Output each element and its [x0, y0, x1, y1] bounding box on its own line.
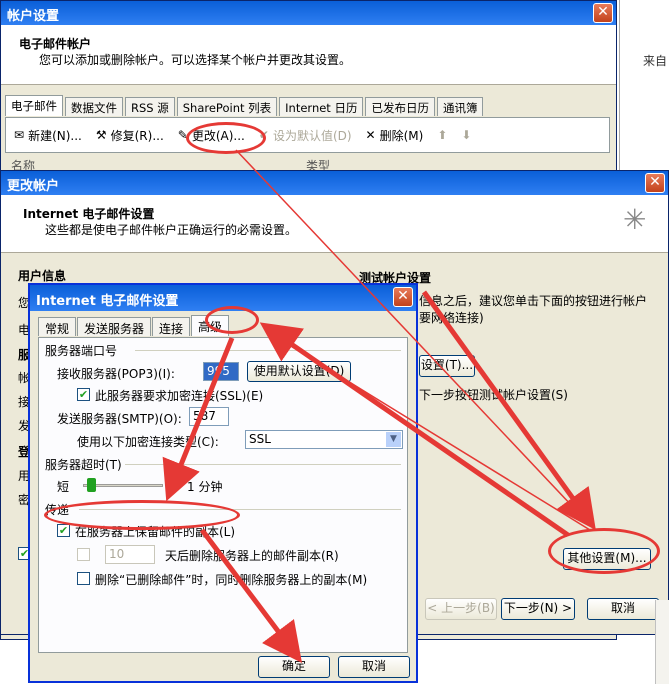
account-toolbar: ✉ 新建(N)... ⚒ 修复(R)... ✎ 更改(A)... ✔ 设为默认值(D) …	[5, 117, 610, 153]
delete-button[interactable]: ✕ 删除(M)	[366, 127, 424, 144]
tab-rss[interactable]: RSS 源	[125, 97, 175, 116]
test-desc-2: 要网络连接)	[419, 311, 484, 325]
tab-email[interactable]: 电子邮件	[5, 95, 63, 116]
use-defaults-button[interactable]: 使用默认设置(D)	[247, 361, 351, 382]
header-desc: 您可以添加或删除帐户。可以选择某个帐户并更改其设置。	[39, 53, 352, 67]
header-title: 电子邮件帐户	[19, 37, 92, 51]
test-desc-1: 信息之后，建议您单击下面的按钮进行帐户	[419, 294, 648, 308]
new-button[interactable]: ✉ 新建(N)...	[14, 127, 82, 144]
wrench-icon: ⚒	[95, 128, 107, 142]
encryption-select[interactable]: SSL ▼	[245, 430, 403, 449]
account-settings-titlebar: 帐户设置 ✕	[1, 1, 616, 25]
smtp-label: 发送服务器(SMTP)(O):	[57, 412, 182, 426]
close-button[interactable]: ✕	[645, 173, 665, 193]
remove-deleted-label: 删除“已删除邮件”时，同时删除服务器上的副本(M)	[95, 573, 368, 587]
ok-button[interactable]: 确定	[258, 656, 330, 678]
divider	[135, 350, 401, 351]
internet-email-settings-dialog: Internet 电子邮件设置 ✕ 常规 发送服务器 连接 高级 服务器端口号 …	[28, 283, 418, 683]
smtp-port-input[interactable]: 587	[189, 407, 229, 426]
test-settings-button[interactable]: 设置(T)...	[419, 355, 475, 377]
pane-divider	[619, 0, 620, 170]
tab-published-calendar[interactable]: 已发布日历	[365, 97, 435, 116]
next-hint: 下一步按钮测试帐户设置(S)	[419, 388, 568, 402]
dialog-tabs: 常规 发送服务器 连接 高级	[38, 315, 230, 336]
close-button[interactable]: ✕	[593, 3, 613, 23]
remove-after-label: 天后删除服务器上的邮件副本(R)	[165, 549, 339, 563]
move-up-icon[interactable]: ⬆	[437, 128, 447, 142]
next-button[interactable]: 下一步(N) >	[501, 598, 575, 620]
remove-deleted-checkbox[interactable]	[77, 572, 90, 585]
cursor-sparkle-icon: ✳	[623, 203, 647, 236]
window-title: 帐户设置	[7, 9, 60, 24]
repair-button[interactable]: ⚒ 修复(R)...	[96, 127, 164, 144]
divider	[125, 464, 401, 465]
tab-connection[interactable]: 连接	[152, 317, 191, 336]
change-account-titlebar: 更改帐户 ✕	[1, 171, 668, 195]
delete-icon: ✕	[365, 128, 376, 142]
annotation-ellipse-change	[186, 122, 266, 154]
encryption-label: 使用以下加密连接类型(C):	[77, 435, 219, 449]
change-account-header: Internet 电子邮件设置 这些都是使电子邮件帐户正确运行的必需设置。 ✳	[1, 195, 668, 253]
timeout-slider-thumb[interactable]	[87, 478, 96, 492]
set-default-button[interactable]: ✔ 设为默认值(D)	[259, 127, 352, 144]
timeout-short-label: 短	[57, 480, 70, 494]
keep-copy-checkbox[interactable]: ✔	[57, 524, 70, 537]
chevron-down-icon: ▼	[386, 432, 401, 447]
annotation-ellipse-other-settings	[548, 528, 660, 574]
dialog-title: Internet 电子邮件设置	[36, 294, 179, 309]
move-down-icon[interactable]: ⬇	[461, 128, 471, 142]
timeout-value: 1 分钟	[187, 480, 223, 494]
right-pane-text: 来自	[643, 54, 668, 68]
remove-after-days-input[interactable]: 10	[105, 545, 155, 564]
tab-data-files[interactable]: 数据文件	[65, 97, 123, 116]
ssl-checkbox[interactable]: ✔	[77, 388, 90, 401]
remove-after-checkbox[interactable]	[77, 548, 90, 561]
tab-general[interactable]: 常规	[38, 317, 77, 336]
new-icon: ✉	[14, 128, 25, 142]
cancel-button[interactable]: 取消	[587, 598, 659, 620]
pop3-label: 接收服务器(POP3)(I):	[57, 367, 175, 381]
annotation-ellipse-advanced-tab	[205, 306, 259, 334]
ssl-label: 此服务器要求加密连接(SSL)(E)	[95, 389, 264, 403]
account-tabs: 电子邮件 数据文件 RSS 源 SharePoint 列表 Internet 日…	[5, 95, 484, 117]
account-settings-header: 电子邮件帐户 您可以添加或删除帐户。可以选择某个帐户并更改其设置。	[1, 25, 616, 85]
annotation-ellipse-keep-copy	[44, 500, 240, 530]
timeout-group-label: 服务器超时(T)	[45, 458, 122, 472]
user-info-heading: 用户信息	[18, 269, 67, 283]
pop3-port-input[interactable]: 995	[203, 362, 239, 381]
advanced-panel: 服务器端口号 接收服务器(POP3)(I): 995 使用默认设置(D) ✔ 此…	[38, 337, 408, 653]
tab-address-book[interactable]: 通讯簿	[436, 97, 484, 116]
change-account-title: 更改帐户	[7, 179, 60, 194]
header-desc: 这些都是使电子邮件帐户正确运行的必需设置。	[45, 223, 298, 237]
ports-group-label: 服务器端口号	[45, 344, 118, 358]
close-button[interactable]: ✕	[393, 287, 413, 307]
tab-sharepoint[interactable]: SharePoint 列表	[176, 97, 278, 116]
back-button[interactable]: < 上一步(B)	[425, 598, 497, 620]
tab-internet-calendar[interactable]: Internet 日历	[279, 97, 364, 116]
header-title: Internet 电子邮件设置	[23, 207, 155, 221]
dialog-cancel-button[interactable]: 取消	[338, 656, 410, 678]
scrollbar[interactable]	[655, 600, 669, 684]
tab-outgoing-server[interactable]: 发送服务器	[77, 317, 152, 336]
